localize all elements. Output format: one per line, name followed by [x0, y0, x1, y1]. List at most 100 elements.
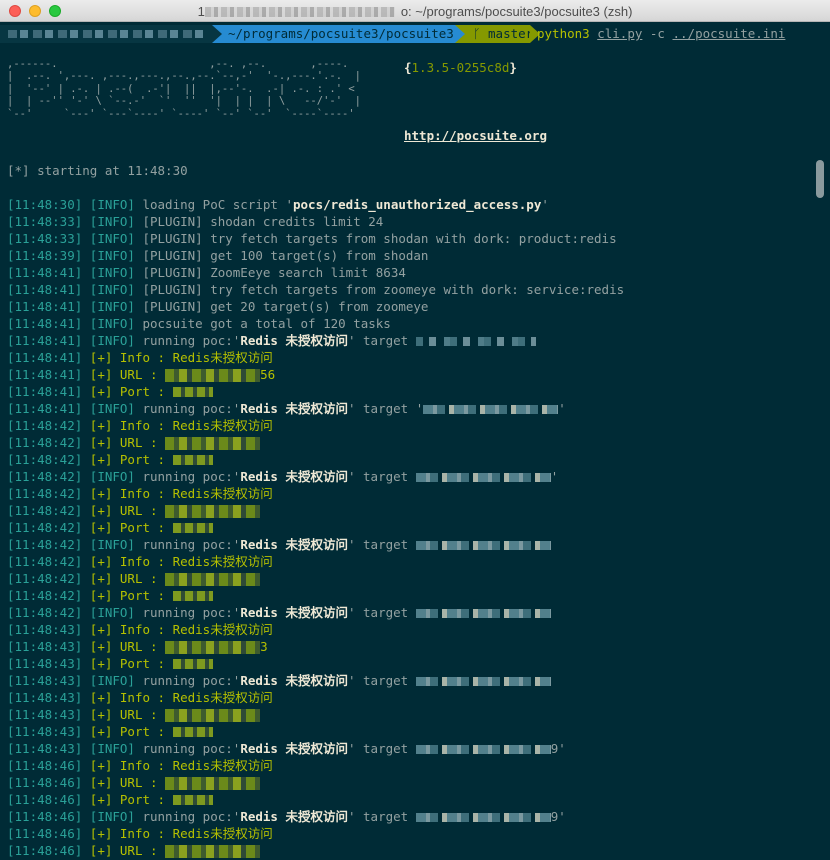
log-result: Info : Redis未授权访问 — [112, 418, 273, 433]
log-result: URL : — [112, 503, 166, 518]
log-level: [INFO] — [89, 282, 135, 297]
log-line: [11:48:46] [+] URL : — [7, 774, 261, 791]
log-timestamp: [11:48:43] — [7, 639, 83, 654]
log-level: [INFO] — [89, 316, 135, 331]
log-timestamp: [11:48:46] — [7, 843, 83, 858]
log-timestamp: [11:48:46] — [7, 775, 83, 790]
log-line: [11:48:42] [+] URL : — [7, 502, 261, 519]
log-message-tail: ' target — [347, 809, 416, 824]
log-highlight: Redis 未授权访问 — [240, 537, 348, 552]
log-highlight: Redis 未授权访问 — [240, 333, 348, 348]
log-result: Info : Redis未授权访问 — [112, 758, 273, 773]
log-timestamp: [11:48:42] — [7, 418, 83, 433]
command-flag: -c — [649, 26, 665, 41]
redacted-target — [172, 455, 213, 465]
log-timestamp: [11:48:46] — [7, 826, 83, 841]
website-link[interactable]: http://pocsuite.org — [404, 128, 547, 143]
log-result: Info : Redis未授权访问 — [112, 690, 273, 705]
log-level: [INFO] — [89, 265, 135, 280]
log-message: [PLUGIN] get 20 target(s) from zoomeye — [134, 299, 429, 314]
redacted-target — [172, 659, 213, 669]
log-line: [11:48:43] [+] Port : — [7, 655, 213, 672]
prompt-arrow-icon — [455, 25, 465, 43]
log-timestamp: [11:48:46] — [7, 809, 83, 824]
log-result: Info : Redis未授权访问 — [112, 622, 273, 637]
log-message: [PLUGIN] try fetch targets from shodan w… — [134, 231, 617, 246]
log-timestamp: [11:48:43] — [7, 741, 83, 756]
log-line: [11:48:41] [INFO] pocsuite got a total o… — [7, 315, 391, 332]
log-suffix: 9' — [550, 809, 566, 824]
log-message-tail: ' target — [347, 333, 416, 348]
redacted-target — [415, 813, 551, 822]
log-line: [11:48:41] [INFO] running poc:'Redis 未授权… — [7, 332, 536, 349]
log-result: Port : — [112, 588, 173, 603]
title-path: o: ~/programs/pocsuite3/pocsuite3 (zsh) — [400, 4, 633, 19]
log-message-tail: ' target — [347, 537, 416, 552]
log-line: [11:48:43] [+] Info : Redis未授权访问 — [7, 621, 273, 638]
log-highlight: Redis 未授权访问 — [240, 809, 348, 824]
log-result: URL : — [112, 639, 166, 654]
log-result: Info : Redis未授权访问 — [112, 826, 273, 841]
log-line: [11:48:43] [+] Port : — [7, 723, 213, 740]
log-level: [+] — [89, 588, 113, 603]
log-level: [+] — [89, 656, 113, 671]
log-message: running poc:' — [134, 605, 241, 620]
redacted-target — [165, 369, 261, 382]
log-result: URL : — [112, 843, 166, 858]
log-line: [11:48:42] [+] Port : — [7, 451, 213, 468]
log-highlight: Redis 未授权访问 — [240, 401, 348, 416]
log-message: running poc:' — [134, 809, 241, 824]
version-label: {1.3.5-0255c8d} — [404, 60, 517, 75]
redacted-target — [172, 795, 213, 805]
log-level: [INFO] — [89, 809, 135, 824]
log-level: [+] — [89, 775, 113, 790]
log-message: running poc:' — [134, 741, 241, 756]
redacted-target — [415, 677, 551, 686]
log-timestamp: [11:48:46] — [7, 758, 83, 773]
log-line: [11:48:41] [+] Port : — [7, 383, 213, 400]
log-timestamp: [11:48:41] — [7, 350, 83, 365]
log-result: URL : — [112, 775, 166, 790]
redacted-target — [415, 473, 551, 482]
terminal-output[interactable]: ~/programs/pocsuite3/pocsuite3 ᚴ master … — [0, 22, 812, 860]
window-title: 1 o: ~/programs/pocsuite3/pocsuite3 (zsh) — [0, 4, 830, 19]
log-level: [+] — [89, 486, 113, 501]
log-line: [11:48:42] [INFO] running poc:'Redis 未授权… — [7, 536, 551, 553]
log-highlight: Redis 未授权访问 — [240, 605, 348, 620]
log-result: Port : — [112, 792, 173, 807]
redacted-target — [165, 641, 261, 654]
log-result: Info : Redis未授权访问 — [112, 350, 273, 365]
log-level: [INFO] — [89, 673, 135, 688]
log-level: [INFO] — [89, 231, 135, 246]
log-timestamp: [11:48:42] — [7, 605, 83, 620]
log-line: [11:48:42] [+] Info : Redis未授权访问 — [7, 485, 273, 502]
log-level: [+] — [89, 503, 113, 518]
log-level: [+] — [89, 367, 113, 382]
redacted-hostname — [204, 7, 395, 17]
log-timestamp: [11:48:42] — [7, 486, 83, 501]
redacted-target — [172, 387, 213, 397]
log-timestamp: [11:48:41] — [7, 265, 83, 280]
scrollbar[interactable] — [812, 22, 830, 860]
log-level: [INFO] — [89, 248, 135, 263]
log-line: [11:48:41] [+] URL : 56 — [7, 366, 275, 383]
log-level: [+] — [89, 452, 113, 467]
scrollbar-thumb[interactable] — [816, 160, 824, 198]
log-suffix: 56 — [260, 367, 276, 382]
log-timestamp: [11:48:42] — [7, 571, 83, 586]
command-python: python3 — [537, 26, 590, 41]
log-level: [INFO] — [89, 741, 135, 756]
log-result: Info : Redis未授权访问 — [112, 486, 273, 501]
log-line: [11:48:42] [INFO] running poc:'Redis 未授权… — [7, 468, 558, 485]
log-timestamp: [11:48:43] — [7, 724, 83, 739]
log-timestamp: [11:48:46] — [7, 792, 83, 807]
redacted-target — [415, 337, 536, 346]
log-level: [+] — [89, 622, 113, 637]
ascii-banner: ,------. ,--. ,--. ,----. | .--. ',---. … — [7, 58, 362, 120]
log-level: [+] — [89, 571, 113, 586]
log-suffix: 3 — [260, 639, 268, 654]
log-message: [PLUGIN] ZoomEeye search limit 8634 — [134, 265, 406, 280]
command-script: cli.py — [597, 26, 643, 41]
log-line: [11:48:30] [INFO] loading PoC script 'po… — [7, 196, 549, 213]
redacted-target — [415, 541, 551, 550]
